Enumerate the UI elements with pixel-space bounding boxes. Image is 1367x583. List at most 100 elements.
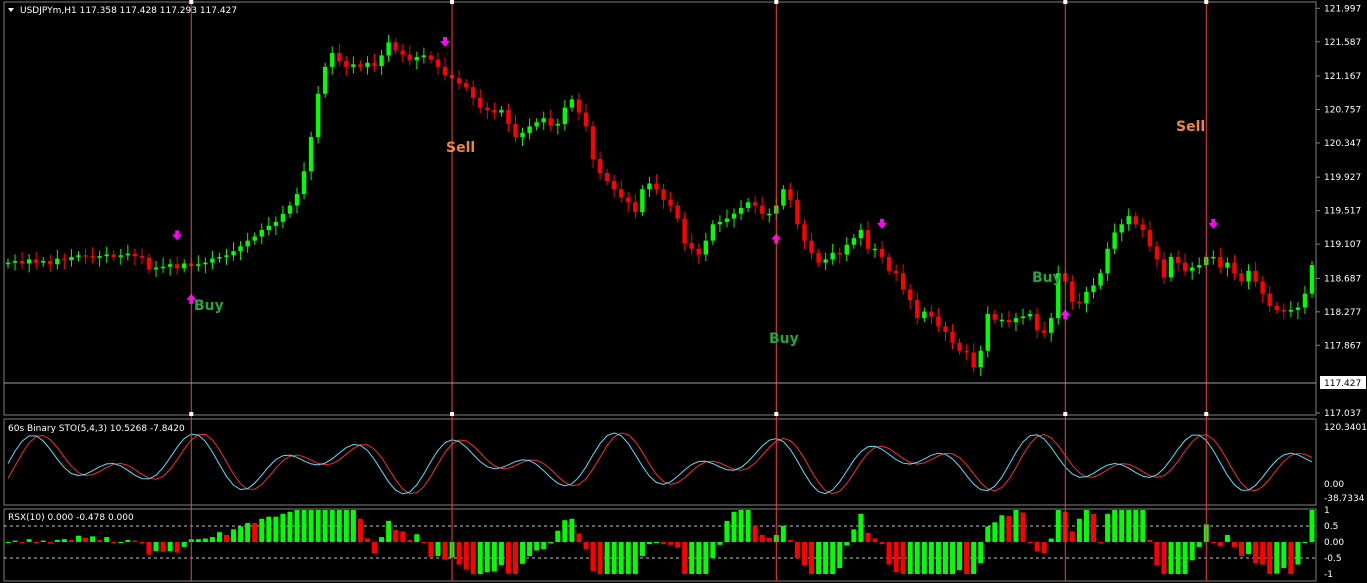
rsx-bar <box>872 538 878 542</box>
rsx-bar <box>153 542 159 552</box>
chart-window[interactable]: Buy Sell Buy Buy Sell 117.427 USDJPYm,H1 117… <box>0 0 1367 583</box>
rsx-axis: 1 0.5 0.00 -0.5 -1 <box>1324 506 1344 580</box>
bear-candle <box>492 110 497 113</box>
rsx-bar <box>1274 542 1280 574</box>
bull-candle <box>1189 267 1195 271</box>
bull-candle <box>5 262 11 265</box>
rsx-bar <box>809 542 815 574</box>
rsx-bar <box>999 515 1005 542</box>
bull-candle <box>203 262 208 265</box>
price-axis-label: 120.347 <box>1324 139 1361 149</box>
bear-candle <box>478 97 483 108</box>
bear-candle <box>611 181 617 190</box>
bear-candle <box>1077 301 1082 304</box>
rsx-bar <box>1083 510 1089 542</box>
main-price-panel[interactable] <box>3 1 1317 416</box>
rsx-bar <box>1302 542 1308 543</box>
rsx-bar <box>414 534 420 542</box>
rsx-bar <box>1098 542 1104 543</box>
bull-candle <box>745 202 751 208</box>
bull-candle <box>562 107 568 124</box>
rsx-bar <box>907 542 913 574</box>
bull-candle <box>41 261 46 263</box>
price-axis-label: 118.687 <box>1324 274 1361 284</box>
bull-candle <box>781 189 786 206</box>
rsx-bar <box>350 510 356 542</box>
bear-candle <box>583 112 589 127</box>
bull-candle <box>1119 224 1124 233</box>
bear-candle <box>1006 319 1012 323</box>
bear-candle <box>146 257 152 270</box>
rsx-bar <box>195 539 201 542</box>
vline-anchor <box>189 412 194 416</box>
rsx-bar <box>569 518 575 542</box>
rsx-bar <box>216 532 222 542</box>
bull-candle <box>858 229 864 239</box>
bull-candle <box>259 229 264 237</box>
bear-candle <box>1260 281 1265 294</box>
rsx-bar <box>400 531 406 542</box>
bull-candle <box>322 66 328 94</box>
rsx-bar <box>759 534 765 542</box>
vline-anchor <box>774 0 779 4</box>
sto-indicator-panel[interactable] <box>3 418 1317 506</box>
bull-candle <box>231 251 236 256</box>
bull-candle <box>301 171 307 195</box>
rsx-bar <box>83 537 89 542</box>
bull-candle <box>196 264 201 266</box>
bear-candle <box>604 172 610 182</box>
rsx-bar <box>252 522 258 542</box>
rsx-bar <box>273 516 279 542</box>
bull-candle <box>985 314 990 351</box>
bull-candle <box>1084 292 1089 304</box>
bear-candle <box>837 252 842 255</box>
price-axis-label: 121.997 <box>1324 4 1361 14</box>
rsx-bar <box>851 529 857 542</box>
vline-anchor <box>450 0 455 4</box>
rsx-bar <box>583 542 589 550</box>
bear-candle <box>597 159 603 173</box>
bear-candle <box>132 253 138 257</box>
rsx-bar <box>393 530 399 542</box>
bull-candle <box>647 183 652 190</box>
bull-candle <box>738 207 744 214</box>
rsx-bar <box>266 516 272 542</box>
bear-candle <box>879 248 885 257</box>
bull-candle <box>104 254 109 257</box>
bear-candle <box>633 202 638 213</box>
rsx-bar <box>978 542 984 564</box>
bull-candle <box>978 350 983 368</box>
rsx-bar <box>1076 518 1082 542</box>
rsx-bar <box>1246 542 1252 554</box>
rsx-bar <box>668 542 674 545</box>
bear-candle <box>626 197 631 203</box>
bull-candle <box>999 319 1005 322</box>
rsx-bar <box>1147 539 1153 542</box>
rsx-bar <box>68 539 74 542</box>
bear-candle <box>675 205 680 219</box>
bull-candle <box>1098 273 1103 286</box>
bull-candle <box>217 256 222 259</box>
bear-candle <box>435 59 441 67</box>
bull-candle <box>640 189 645 213</box>
bear-candle <box>19 261 25 264</box>
rsx-bar <box>1168 542 1174 574</box>
bear-candle <box>428 55 434 60</box>
rsx-bar <box>816 542 822 574</box>
rsx-bar <box>26 539 32 542</box>
vline-anchor <box>1204 412 1209 416</box>
bull-candle <box>499 110 504 113</box>
bear-candle <box>752 202 758 206</box>
rsx-bar <box>950 542 956 574</box>
rsx-bar <box>964 542 970 574</box>
bear-candle <box>139 256 145 258</box>
rsx-bar <box>1288 542 1294 574</box>
bear-candle <box>456 78 462 84</box>
bull-candle <box>1309 265 1315 294</box>
bull-candle <box>294 194 300 206</box>
rsx-bar <box>928 542 934 574</box>
rsx-axis-label: 0.5 <box>1324 522 1338 532</box>
rsx-bar <box>879 542 885 545</box>
bear-candle <box>1034 314 1040 331</box>
bull-candle <box>844 244 849 255</box>
